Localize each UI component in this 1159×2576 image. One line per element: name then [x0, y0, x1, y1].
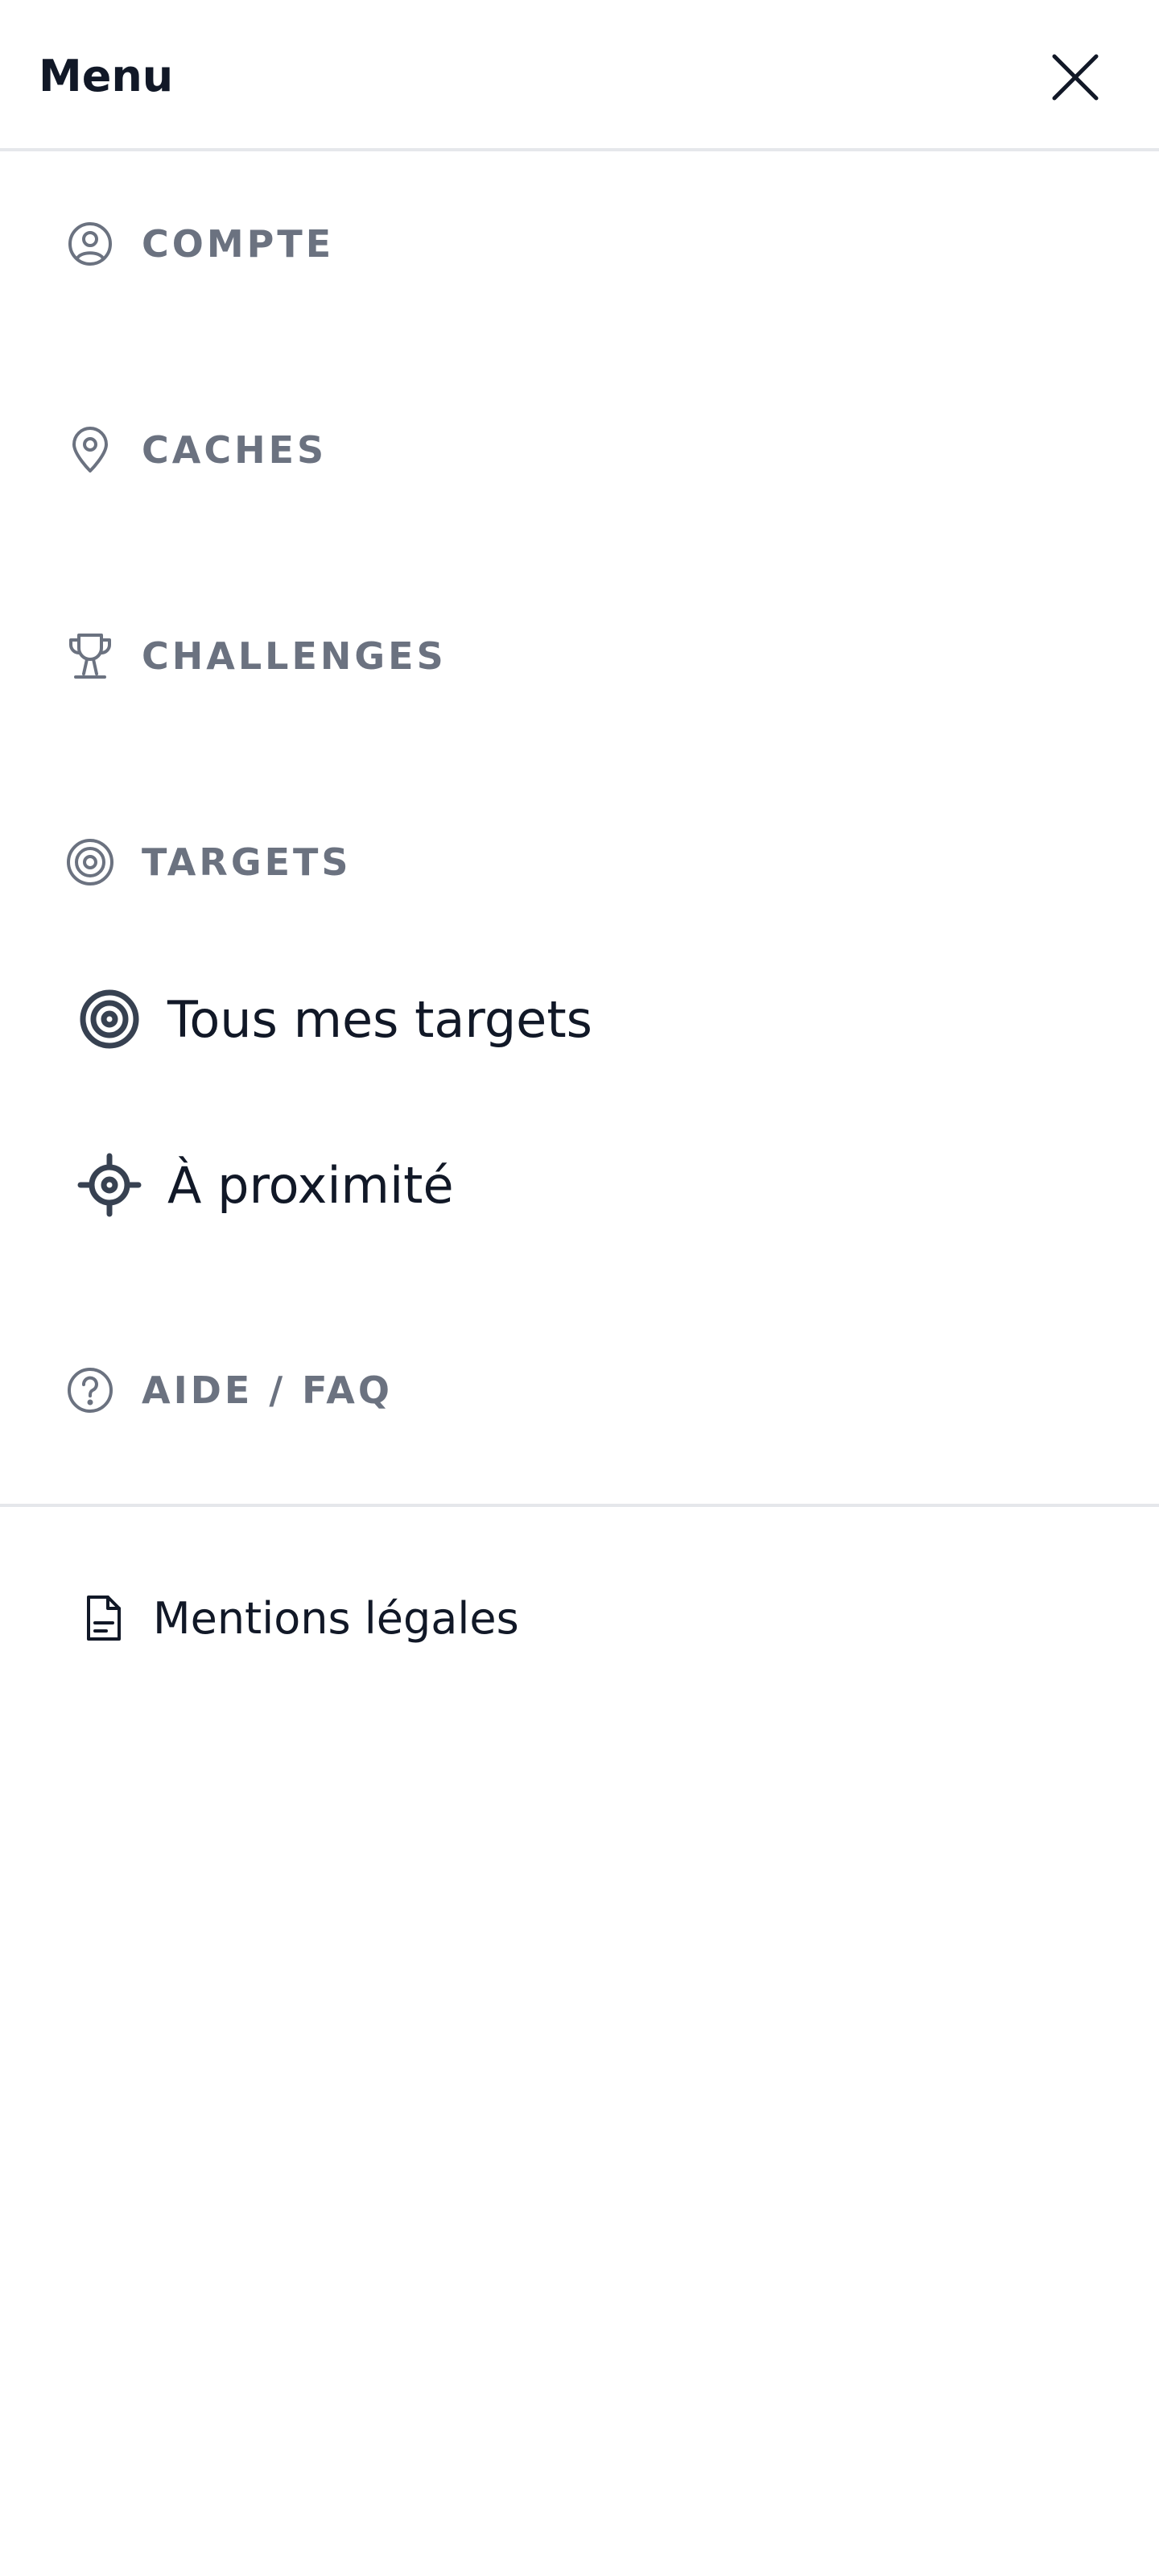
section-targets[interactable]: TARGETS — [64, 834, 352, 890]
section-challenges[interactable]: CHALLENGES — [64, 628, 447, 684]
menu-item-a-proximite[interactable]: À proximité — [77, 1146, 454, 1224]
section-compte-label: COMPTE — [142, 222, 335, 266]
crosshair-icon — [77, 1153, 142, 1217]
section-caches[interactable]: CACHES — [64, 422, 327, 478]
section-challenges-label: CHALLENGES — [142, 634, 447, 678]
document-icon — [77, 1592, 129, 1644]
menu-title: Menu — [39, 51, 174, 101]
menu-item-tous-mes-targets[interactable]: Tous mes targets — [77, 980, 592, 1058]
close-icon — [1052, 54, 1099, 101]
section-compte[interactable]: COMPTE — [64, 216, 334, 272]
mentions-legales-link[interactable]: Mentions légales — [77, 1586, 519, 1650]
user-circle-icon — [64, 218, 116, 270]
divider — [0, 1504, 1159, 1507]
target-icon — [77, 987, 142, 1051]
map-pin-icon — [64, 424, 116, 476]
close-button[interactable] — [1043, 45, 1107, 109]
menu-header: Menu — [0, 0, 1159, 151]
section-targets-label: TARGETS — [142, 840, 352, 884]
section-aide-faq-label: AIDE / FAQ — [142, 1368, 394, 1412]
help-circle-icon — [64, 1364, 116, 1416]
section-aide-faq[interactable]: AIDE / FAQ — [64, 1362, 393, 1418]
mentions-legales-label: Mentions légales — [153, 1592, 519, 1644]
menu-item-label: Tous mes targets — [167, 989, 592, 1049]
trophy-icon — [64, 630, 116, 682]
section-caches-label: CACHES — [142, 428, 328, 472]
target-icon — [64, 836, 116, 888]
menu-item-label: À proximité — [167, 1155, 454, 1215]
